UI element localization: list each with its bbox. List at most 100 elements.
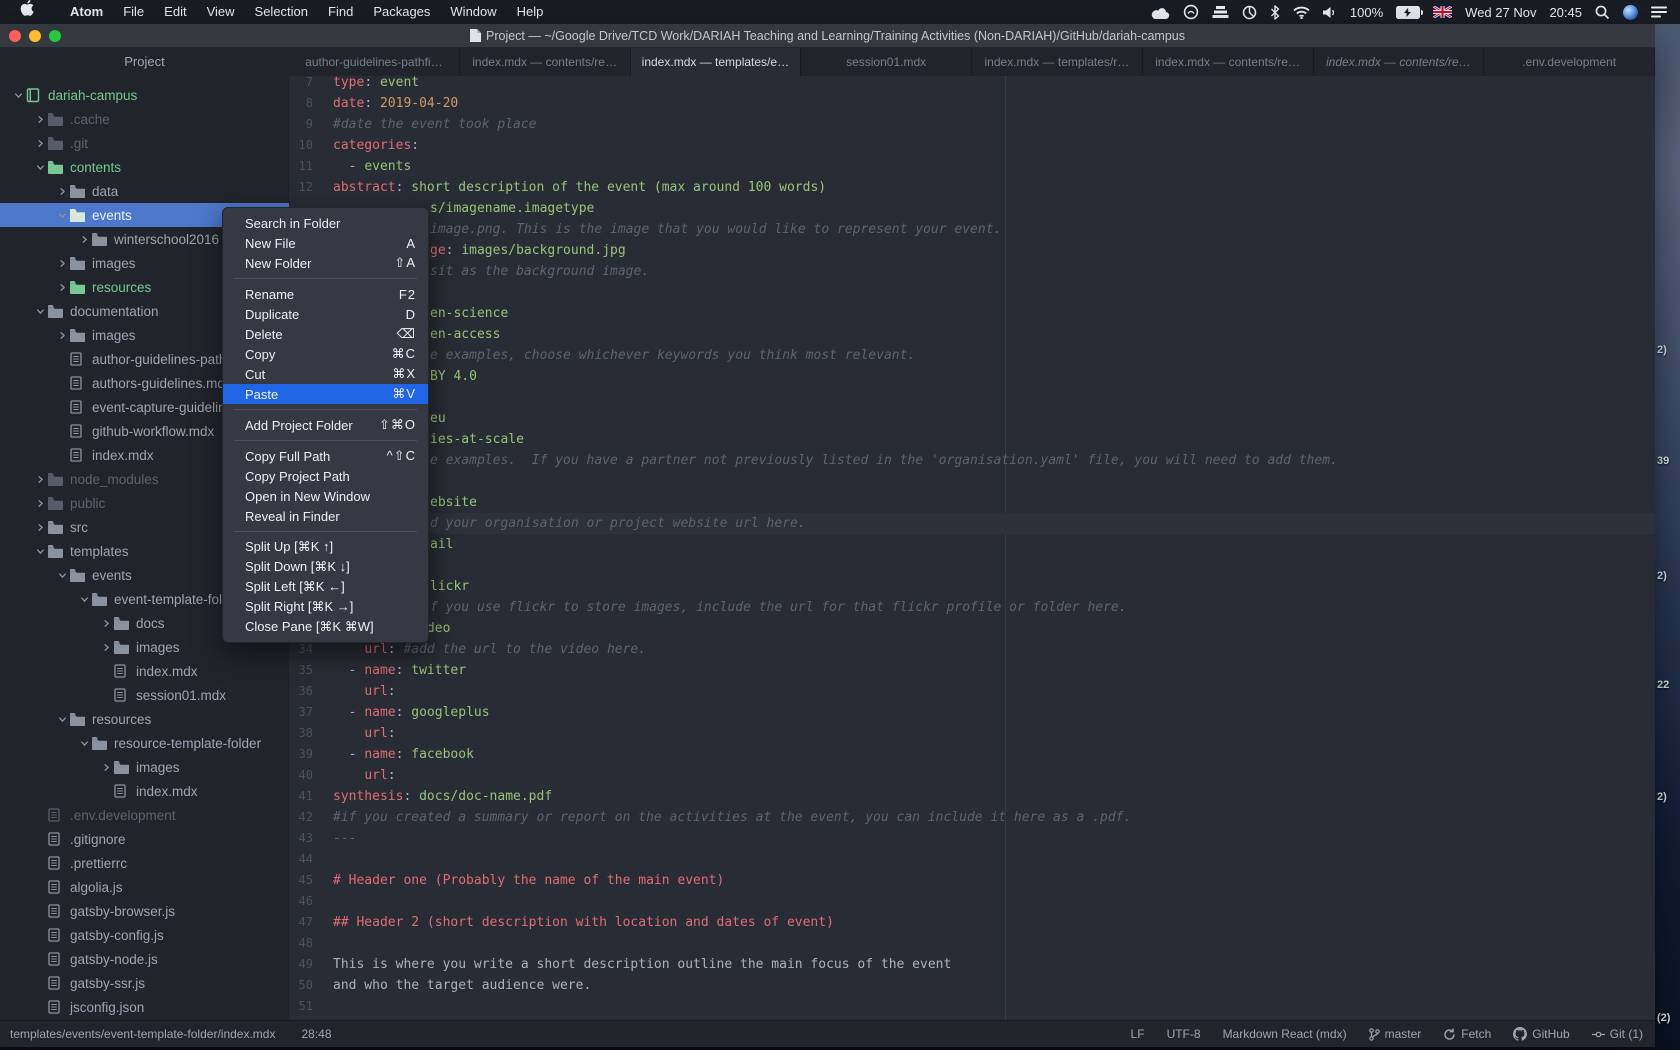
context-menu-item-delete[interactable]: Delete⌫ — [223, 324, 428, 344]
tree-item-index.mdx[interactable]: index.mdx — [0, 779, 289, 803]
tree-item-.prettierrc[interactable]: .prettierrc — [0, 851, 289, 875]
editor-line-24[interactable]: ies-at-scale — [289, 429, 1655, 450]
editor-line-19[interactable]: en-access — [289, 324, 1655, 345]
tree-item-data[interactable]: data — [0, 179, 289, 203]
editor-line-49[interactable]: 49This is where you write a short descri… — [289, 954, 1655, 975]
line-number[interactable]: 12 — [289, 177, 313, 198]
editor-line-8[interactable]: 8date: 2019-04-20 — [289, 93, 1655, 114]
chevron-right-icon[interactable] — [54, 283, 70, 292]
git-fetch[interactable]: Fetch — [1443, 1027, 1491, 1041]
line-number[interactable]: 50 — [289, 975, 313, 996]
chevron-right-icon[interactable] — [54, 187, 70, 196]
chevron-right-icon[interactable] — [98, 643, 114, 652]
tab-5[interactable]: index.mdx — templates/r… — [972, 48, 1143, 76]
uk-flag-icon[interactable] — [1430, 0, 1455, 24]
tree-item-.gitignore[interactable]: .gitignore — [0, 827, 289, 851]
editor-line-45[interactable]: 45# Header one (Probably the name of the… — [289, 870, 1655, 891]
line-number[interactable]: 37 — [289, 702, 313, 723]
line-number[interactable]: 46 — [289, 891, 313, 912]
line-number[interactable]: 43 — [289, 828, 313, 849]
editor-line-15[interactable]: ge: images/background.jpg — [289, 240, 1655, 261]
menu-view[interactable]: View — [197, 0, 245, 24]
context-menu-item-open-in-new-window[interactable]: Open in New Window — [223, 486, 428, 506]
chevron-down-icon[interactable] — [32, 547, 48, 556]
tree-item-algolia.js[interactable]: algolia.js — [0, 875, 289, 899]
editor-line-37[interactable]: 37 - name: googleplus — [289, 702, 1655, 723]
tab-1[interactable]: author-guidelines-pathfi… — [289, 48, 460, 76]
editor-line-34[interactable]: 34 url: #add the url to the video here. — [289, 639, 1655, 660]
tree-item-.env.development[interactable]: .env.development — [0, 803, 289, 827]
menu-packages[interactable]: Packages — [363, 0, 440, 24]
editor-line-17[interactable] — [289, 282, 1655, 303]
context-menu-item-rename[interactable]: RenameF2 — [223, 284, 428, 304]
menu-help[interactable]: Help — [507, 0, 554, 24]
wifi-icon[interactable] — [1290, 0, 1313, 24]
menu-selection[interactable]: Selection — [245, 0, 318, 24]
line-number[interactable]: 41 — [289, 786, 313, 807]
editor-line-9[interactable]: 9#date the event took place — [289, 114, 1655, 135]
menu-bar-time[interactable]: 20:45 — [1546, 5, 1585, 20]
line-number[interactable]: 49 — [289, 954, 313, 975]
circle-slash-icon[interactable] — [1239, 0, 1260, 24]
chevron-right-icon[interactable] — [32, 499, 48, 508]
volume-icon[interactable] — [1320, 0, 1340, 24]
menu-find[interactable]: Find — [318, 0, 363, 24]
tree-item-index.mdx[interactable]: index.mdx — [0, 659, 289, 683]
context-menu-item-copy-project-path[interactable]: Copy Project Path — [223, 466, 428, 486]
chevron-right-icon[interactable] — [98, 763, 114, 772]
chevron-down-icon[interactable] — [54, 571, 70, 580]
tree-item-dariah-campus[interactable]: dariah-campus — [0, 83, 289, 107]
line-ending-indicator[interactable]: LF — [1131, 1027, 1145, 1041]
context-menu-item-paste[interactable]: Paste⌘V — [223, 384, 428, 404]
apple-menu[interactable] — [10, 0, 60, 24]
grammar-indicator[interactable]: Markdown React (mdx) — [1223, 1027, 1347, 1041]
chevron-right-icon[interactable] — [32, 115, 48, 124]
editor-line-42[interactable]: 42#if you created a summary or report on… — [289, 807, 1655, 828]
editor-line-23[interactable]: eu — [289, 408, 1655, 429]
chevron-right-icon[interactable] — [32, 523, 48, 532]
editor-line-47[interactable]: 47## Header 2 (short description with lo… — [289, 912, 1655, 933]
editor-line-43[interactable]: 43--- — [289, 828, 1655, 849]
editor-line-50[interactable]: 50and who the target audience were. — [289, 975, 1655, 996]
context-menu-item-split-down-k[interactable]: Split Down [⌘K ↓] — [223, 557, 428, 577]
tree-item-.cache[interactable]: .cache — [0, 107, 289, 131]
line-number[interactable]: 42 — [289, 807, 313, 828]
editor-line-10[interactable]: 10categories: — [289, 135, 1655, 156]
line-number[interactable]: 44 — [289, 849, 313, 870]
editor-line-51[interactable]: 51 — [289, 996, 1655, 1017]
line-number[interactable]: 36 — [289, 681, 313, 702]
editor-line-28[interactable]: d your organisation or project website u… — [289, 513, 1655, 534]
tab-7[interactable]: index.mdx — contents/re… — [1314, 48, 1485, 76]
editor-line-32[interactable]: f you use flickr to store images, includ… — [289, 597, 1655, 618]
tree-item-jsconfig.json[interactable]: jsconfig.json — [0, 995, 289, 1019]
tree-item-gatsby-node.js[interactable]: gatsby-node.js — [0, 947, 289, 971]
line-number[interactable]: 35 — [289, 660, 313, 681]
editor-line-46[interactable]: 46 — [289, 891, 1655, 912]
editor-line-38[interactable]: 38 url: — [289, 723, 1655, 744]
chevron-right-icon[interactable] — [32, 475, 48, 484]
editor-line-33[interactable]: 33 - name: video — [289, 618, 1655, 639]
chevron-right-icon[interactable] — [76, 235, 92, 244]
line-number[interactable]: 48 — [289, 933, 313, 954]
editor-line-35[interactable]: 35 - name: twitter — [289, 660, 1655, 681]
tree-item-gatsby-config.js[interactable]: gatsby-config.js — [0, 923, 289, 947]
tree-item-resource-template-folder[interactable]: resource-template-folder — [0, 731, 289, 755]
tree-item-gatsby-ssr.js[interactable]: gatsby-ssr.js — [0, 971, 289, 995]
menu-edit[interactable]: Edit — [154, 0, 196, 24]
editor-line-18[interactable]: en-science — [289, 303, 1655, 324]
editor-line-44[interactable]: 44 — [289, 849, 1655, 870]
line-number[interactable]: 38 — [289, 723, 313, 744]
window-title-bar[interactable]: Project — ~/Google Drive/TCD Work/DARIAH… — [0, 24, 1655, 48]
context-menu-item-new-folder[interactable]: New Folder⇧A — [223, 253, 428, 273]
chevron-down-icon[interactable] — [32, 163, 48, 172]
tree-item-.git[interactable]: .git — [0, 131, 289, 155]
chevron-down-icon[interactable] — [54, 715, 70, 724]
editor-line-29[interactable]: ail — [289, 534, 1655, 555]
github-panel-toggle[interactable]: GitHub — [1513, 1027, 1569, 1041]
tree-item-contents[interactable]: contents — [0, 155, 289, 179]
context-menu-item-cut[interactable]: Cut⌘X — [223, 364, 428, 384]
editor-line-41[interactable]: 41synthesis: docs/doc-name.pdf — [289, 786, 1655, 807]
git-panel-toggle[interactable]: Git (1) — [1592, 1027, 1643, 1041]
context-menu-item-split-right-k[interactable]: Split Right [⌘K →] — [223, 597, 428, 617]
battery-icon[interactable] — [1393, 0, 1423, 24]
